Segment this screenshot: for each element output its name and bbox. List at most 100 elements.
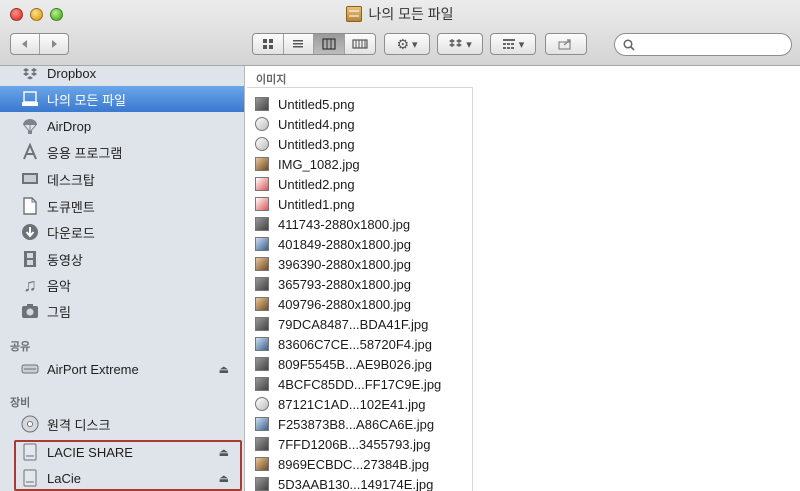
sidebar-item-pictures[interactable]: 그림 bbox=[0, 298, 244, 324]
file-row[interactable]: Untitled4.png bbox=[255, 114, 355, 134]
coverflow-view-button[interactable] bbox=[345, 34, 375, 54]
file-row[interactable]: 396390-2880x1800.jpg bbox=[255, 254, 411, 274]
back-button[interactable] bbox=[11, 34, 40, 54]
image-thumbnail-icon bbox=[255, 197, 269, 211]
image-thumbnail-icon bbox=[255, 237, 269, 251]
sidebar-item-label: 나의 모든 파일 bbox=[47, 92, 126, 108]
file-name: F253873B8...A86CA6E.jpg bbox=[278, 416, 435, 432]
file-name: 4BCFC85DD...FF17C9E.jpg bbox=[278, 376, 442, 392]
airdrop-icon bbox=[20, 117, 40, 135]
sidebar-item-label: Dropbox bbox=[47, 66, 97, 81]
file-row[interactable]: 365793-2880x1800.jpg bbox=[255, 274, 411, 294]
file-name: Untitled5.png bbox=[278, 96, 355, 112]
file-row[interactable]: 87121C1AD...102E41.jpg bbox=[255, 394, 425, 414]
image-thumbnail-icon bbox=[255, 317, 269, 331]
downloads-icon bbox=[20, 223, 40, 241]
file-row[interactable]: 8969ECBDC...27384B.jpg bbox=[255, 454, 429, 474]
file-row[interactable]: 7FFD1206B...3455793.jpg bbox=[255, 434, 431, 454]
column-view-button[interactable] bbox=[314, 34, 345, 54]
view-mode-control bbox=[252, 33, 376, 55]
gear-icon: ⚙ bbox=[396, 35, 410, 52]
search-icon bbox=[623, 38, 635, 51]
file-row[interactable]: IMG_1082.jpg bbox=[255, 154, 360, 174]
image-thumbnail-icon bbox=[255, 417, 269, 431]
sidebar-item-desktop[interactable]: 데스크탑 bbox=[0, 166, 244, 192]
sidebar-item-documents[interactable]: 도큐멘트 bbox=[0, 193, 244, 219]
sidebar-item-all-my-files[interactable]: 나의 모든 파일 bbox=[0, 86, 244, 112]
sidebar-item-movies[interactable]: 동영상 bbox=[0, 246, 244, 272]
sidebar-item-label: 음악 bbox=[47, 278, 71, 294]
drawer-icon bbox=[346, 6, 363, 22]
dropbox-menu-button[interactable]: ▾ bbox=[437, 33, 483, 55]
dropdown-arrow-icon: ▾ bbox=[518, 38, 525, 51]
image-thumbnail-icon bbox=[255, 157, 269, 171]
file-row[interactable]: 809F5545B...AE9B026.jpg bbox=[255, 354, 432, 374]
search-field[interactable] bbox=[614, 33, 792, 56]
sidebar-item-airdrop[interactable]: AirDrop bbox=[0, 113, 244, 139]
image-thumbnail-icon bbox=[255, 297, 269, 311]
sidebar-item-label: 도큐멘트 bbox=[47, 199, 95, 215]
image-thumbnail-icon bbox=[255, 457, 269, 471]
file-row[interactable]: Untitled1.png bbox=[255, 194, 355, 214]
sidebar-item-label: AirPort Extreme bbox=[47, 361, 139, 377]
image-thumbnail-icon bbox=[255, 397, 269, 411]
chevron-right-icon bbox=[51, 40, 57, 48]
file-name: Untitled2.png bbox=[278, 176, 355, 192]
coverflow-view-icon bbox=[352, 39, 368, 49]
file-row[interactable]: 5D3AAB130...149174E.jpg bbox=[255, 474, 433, 491]
list-view-button[interactable] bbox=[284, 34, 314, 54]
file-row[interactable]: 83606C7CE...58720F4.jpg bbox=[255, 334, 432, 354]
forward-button[interactable] bbox=[40, 34, 68, 54]
file-row[interactable]: Untitled3.png bbox=[255, 134, 355, 154]
music-icon: ♫ bbox=[23, 274, 37, 295]
action-menu-button[interactable]: ⚙ ▾ bbox=[384, 33, 430, 55]
dropbox-icon bbox=[20, 66, 40, 82]
sidebar-section-shared: 공유 bbox=[10, 341, 31, 353]
file-name: Untitled1.png bbox=[278, 196, 355, 212]
chevron-left-icon bbox=[21, 40, 27, 48]
file-name: 5D3AAB130...149174E.jpg bbox=[278, 476, 434, 491]
sidebar-section-devices: 장비 bbox=[10, 397, 31, 409]
file-row[interactable]: F253873B8...A86CA6E.jpg bbox=[255, 414, 434, 434]
file-row[interactable]: 79DCA8487...BDA41F.jpg bbox=[255, 314, 428, 334]
sidebar-item-label: 응용 프로그램 bbox=[47, 145, 123, 161]
sidebar-item-downloads[interactable]: 다운로드 bbox=[0, 219, 244, 245]
sidebar-item-music[interactable]: ♫ 음악 bbox=[0, 272, 244, 298]
file-name: 365793-2880x1800.jpg bbox=[278, 276, 412, 292]
column-header: 이미지 bbox=[247, 66, 473, 88]
image-thumbnail-icon bbox=[255, 357, 269, 371]
file-name: 409796-2880x1800.jpg bbox=[278, 296, 412, 312]
sidebar-item-airport-extreme[interactable]: AirPort Extreme ⏏ bbox=[0, 356, 244, 382]
sidebar-item-label: 원격 디스크 bbox=[47, 417, 111, 433]
file-name: 809F5545B...AE9B026.jpg bbox=[278, 356, 432, 372]
file-row[interactable]: 401849-2880x1800.jpg bbox=[255, 234, 411, 254]
toolbar: 나의 모든 파일 ⚙ ▾ ▾ ▾ bbox=[0, 0, 800, 66]
pictures-icon bbox=[20, 302, 40, 320]
file-row[interactable]: 409796-2880x1800.jpg bbox=[255, 294, 411, 314]
icon-view-button[interactable] bbox=[253, 34, 284, 54]
file-row[interactable]: 411743-2880x1800.jpg bbox=[255, 214, 410, 234]
file-row[interactable]: Untitled2.png bbox=[255, 174, 355, 194]
share-button[interactable] bbox=[545, 33, 587, 55]
file-row[interactable]: Untitled5.png bbox=[255, 94, 355, 114]
file-column: Untitled5.png Untitled4.png Untitled3.png I… bbox=[247, 88, 473, 491]
window-title-text: 나의 모든 파일 bbox=[368, 6, 454, 22]
preview-pane bbox=[474, 66, 800, 491]
sidebar-item-dropbox[interactable]: Dropbox bbox=[0, 66, 244, 86]
share-icon bbox=[558, 39, 571, 50]
highlight-box bbox=[14, 440, 242, 491]
remote-disc-icon bbox=[20, 415, 40, 433]
eject-icon[interactable]: ⏏ bbox=[219, 363, 229, 376]
movies-icon bbox=[20, 250, 40, 268]
sidebar-item-applications[interactable]: 응용 프로그램 bbox=[0, 139, 244, 165]
image-thumbnail-icon bbox=[255, 437, 269, 451]
image-thumbnail-icon bbox=[255, 277, 269, 291]
image-thumbnail-icon bbox=[255, 477, 269, 491]
sidebar-item-label: 데스크탑 bbox=[47, 172, 95, 188]
arrange-menu-button[interactable]: ▾ bbox=[490, 33, 536, 55]
file-name: 411743-2880x1800.jpg bbox=[278, 216, 411, 232]
dropbox-icon bbox=[449, 39, 463, 47]
search-input[interactable] bbox=[639, 37, 779, 52]
sidebar-item-remote-disc[interactable]: 원격 디스크 bbox=[0, 411, 244, 437]
file-row[interactable]: 4BCFC85DD...FF17C9E.jpg bbox=[255, 374, 441, 394]
